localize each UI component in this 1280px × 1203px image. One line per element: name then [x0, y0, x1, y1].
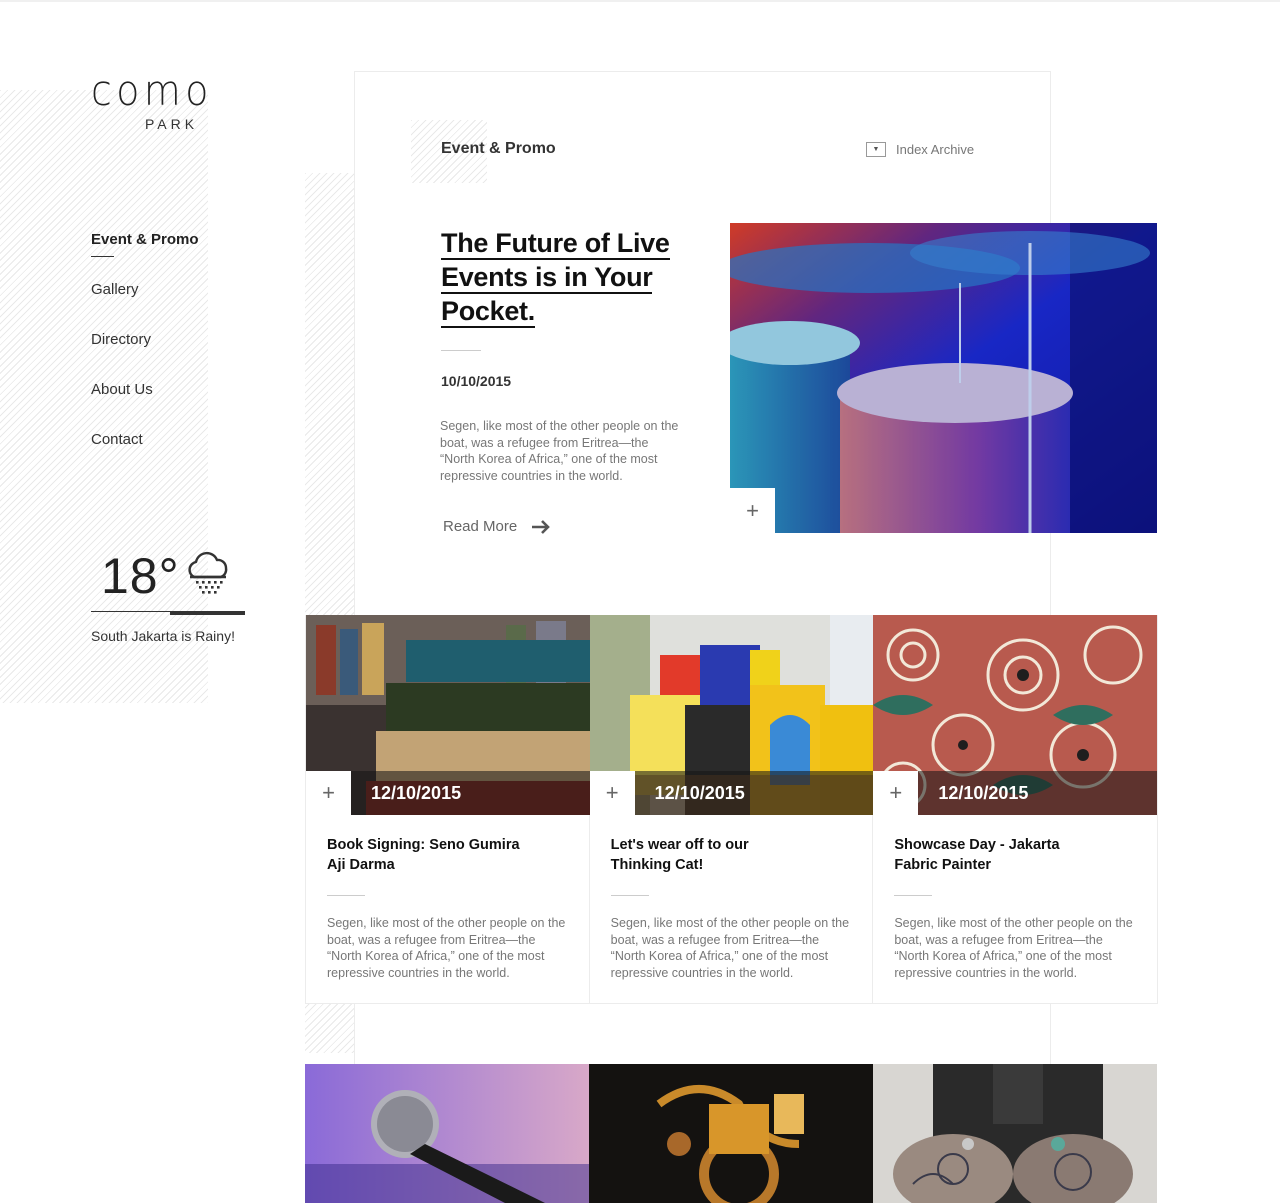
index-archive-link[interactable]: ▼ Index Archive — [866, 142, 974, 157]
event-card[interactable]: + 12/10/2015 Showcase Day - Jakarta Fabr… — [873, 615, 1158, 1004]
arrow-right-icon — [532, 519, 551, 534]
feature-image-drums[interactable]: + — [730, 223, 1157, 533]
logo-subtitle: PARK — [145, 116, 199, 132]
card-title[interactable]: Book Signing: Seno Gumira Aji Darma — [327, 835, 527, 875]
card-excerpt: Segen, like most of the other people on … — [894, 916, 1133, 980]
logo[interactable]: como PARK — [91, 66, 226, 133]
nav-active-underline — [91, 256, 114, 257]
index-archive-label: Index Archive — [896, 142, 975, 157]
weather-widget: 18° South Jakarta is Rainy! — [91, 545, 245, 644]
sidebar-nav: Event & Promo Gallery Directory About Us… — [91, 230, 199, 480]
bottom-image-row — [305, 1064, 1157, 1203]
nav-item-label: About Us — [91, 381, 153, 398]
nav-item-label: Directory — [91, 331, 152, 348]
card-divider — [894, 895, 933, 896]
nav-item-label: Gallery — [91, 281, 139, 298]
bottom-image[interactable] — [873, 1064, 1157, 1203]
expand-plus-button[interactable]: + — [306, 771, 351, 815]
drum-kit-photo — [730, 223, 1157, 533]
tattooed-hands-photo — [873, 1064, 1157, 1203]
card-divider — [327, 895, 365, 896]
feature-excerpt: Segen, like most of the other people on … — [440, 419, 679, 483]
read-more-label: Read More — [443, 518, 518, 535]
event-card[interactable]: + 12/10/2015 Let's wear off to our Think… — [589, 615, 874, 1004]
card-date: 12/10/2015 — [634, 771, 874, 815]
logo-wordmark: como — [91, 66, 213, 115]
card-title[interactable]: Showcase Day - Jakarta Fabric Painter — [894, 835, 1094, 875]
section-title: Event & Promo — [441, 140, 556, 157]
nav-item-about-us[interactable]: About Us — [91, 380, 199, 430]
weather-divider — [91, 611, 245, 615]
nav-item-directory[interactable]: Directory — [91, 330, 199, 380]
feature-title-text: The Future of Live Events is in Your Poc… — [441, 228, 670, 328]
card-title[interactable]: Let's wear off to our Thinking Cat! — [611, 835, 811, 875]
card-divider — [610, 895, 649, 896]
feature-divider — [441, 350, 481, 351]
read-more-link[interactable]: Read More — [443, 518, 551, 535]
card-date: 12/10/2015 — [351, 771, 590, 815]
feature-title[interactable]: The Future of Live Events is in Your Poc… — [441, 226, 701, 328]
nav-item-label: Contact — [91, 431, 143, 448]
nav-item-event-promo[interactable]: Event & Promo — [91, 230, 199, 280]
expand-plus-button[interactable]: + — [873, 771, 919, 815]
feature-date: 10/10/2015 — [441, 373, 512, 389]
weather-caption: South Jakarta is Rainy! — [91, 628, 235, 644]
rain-cloud-icon — [188, 551, 228, 594]
nav-item-gallery[interactable]: Gallery — [91, 280, 199, 330]
event-card[interactable]: + 12/10/2015 Book Signing: Seno Gumira A… — [306, 615, 590, 1004]
top-border — [0, 0, 1280, 2]
card-excerpt: Segen, like most of the other people on … — [610, 916, 850, 980]
card-date: 12/10/2015 — [918, 771, 1158, 815]
event-card-grid: + 12/10/2015 Book Signing: Seno Gumira A… — [305, 615, 1158, 1004]
motorcycle-sculpture-photo — [589, 1064, 873, 1203]
nav-item-label: Event & Promo — [91, 231, 199, 248]
expand-plus-button[interactable]: + — [730, 488, 775, 533]
card-excerpt: Segen, like most of the other people on … — [327, 916, 566, 980]
microphone-photo — [305, 1064, 589, 1203]
bottom-image[interactable] — [305, 1064, 589, 1203]
expand-plus-button[interactable]: + — [589, 771, 635, 815]
nav-item-contact[interactable]: Contact — [91, 430, 199, 480]
dropdown-arrow-icon: ▼ — [866, 142, 886, 157]
bottom-image[interactable] — [589, 1064, 873, 1203]
